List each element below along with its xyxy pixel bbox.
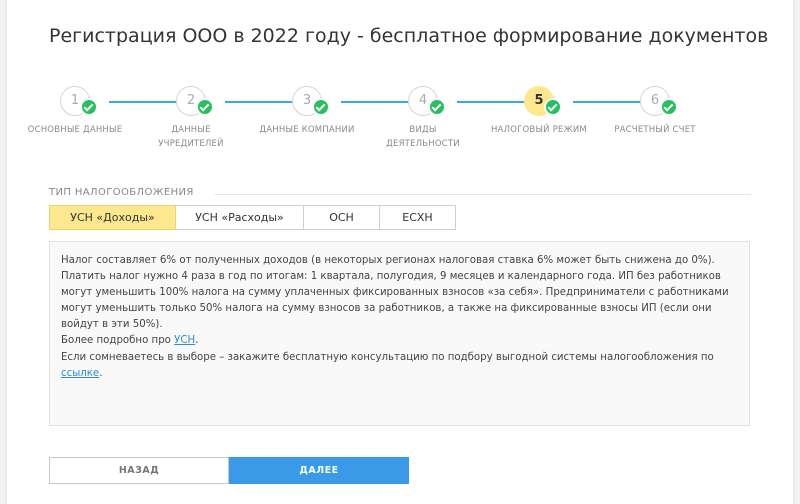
info-tax-rate: Налог составляет 6% от полученных доходо… [61, 255, 715, 266]
step-6-label: Расчетный счет [614, 125, 696, 135]
tax-type-heading: ТИП НАЛОГООБЛОЖЕНИЯ [49, 187, 194, 198]
step-5-check-icon [544, 98, 562, 116]
tab-osn[interactable]: ОСН [303, 205, 380, 230]
info-more-about: Более подробно про УСН. [61, 333, 739, 349]
info-consultation: Если сомневаетесь в выборе – закажите бе… [61, 350, 739, 382]
step-connector [457, 101, 529, 103]
info-more-text: Более подробно про [61, 335, 175, 347]
step-4-check-icon [428, 98, 446, 116]
step-connector [341, 101, 413, 103]
step-1-label: Основные данные [27, 125, 123, 135]
step-3-label: Данные компании [259, 125, 355, 135]
step-connector [109, 101, 181, 103]
step-1-check-icon [80, 98, 98, 116]
step-connector [225, 101, 297, 103]
next-button[interactable]: ДАЛЕЕ [229, 457, 409, 484]
tab-usn-income[interactable]: УСН «Доходы» [49, 205, 176, 230]
step-3-check-icon [312, 98, 330, 116]
info-consult-text: Если сомневаетесь в выборе – закажите бе… [61, 351, 714, 363]
info-more-suffix: . [195, 335, 199, 347]
registration-card: Регистрация ООО в 2022 году - бесплатное… [7, 0, 793, 504]
back-button[interactable]: НАЗАД [49, 457, 229, 484]
info-payment-schedule: Платить налог нужно 4 раза в год по итог… [61, 271, 729, 331]
step-6-check-icon [660, 98, 678, 116]
step-5-label: Налоговый режим [491, 125, 587, 135]
usn-link[interactable]: УСН [174, 335, 195, 346]
tax-info-panel: Налог составляет 6% от полученных доходо… [49, 241, 750, 426]
consultation-link[interactable]: ссылке [61, 368, 99, 379]
step-2-check-icon [196, 98, 214, 116]
step-connector [573, 101, 645, 103]
info-consult-suffix: . [99, 367, 103, 379]
tab-eskhn[interactable]: ЕСХН [379, 205, 456, 230]
step-4-label: Виды деятельности [386, 125, 460, 149]
step-2-label: Данные учредителей [158, 125, 224, 149]
progress-stepper: 1 Основные данные 2 Данные учредителей 3… [7, 0, 793, 160]
tax-type-tabs: УСН «Доходы» УСН «Расходы» ОСН ЕСХН [49, 205, 456, 230]
section-divider [214, 194, 751, 195]
tab-usn-expenses[interactable]: УСН «Расходы» [175, 205, 304, 230]
